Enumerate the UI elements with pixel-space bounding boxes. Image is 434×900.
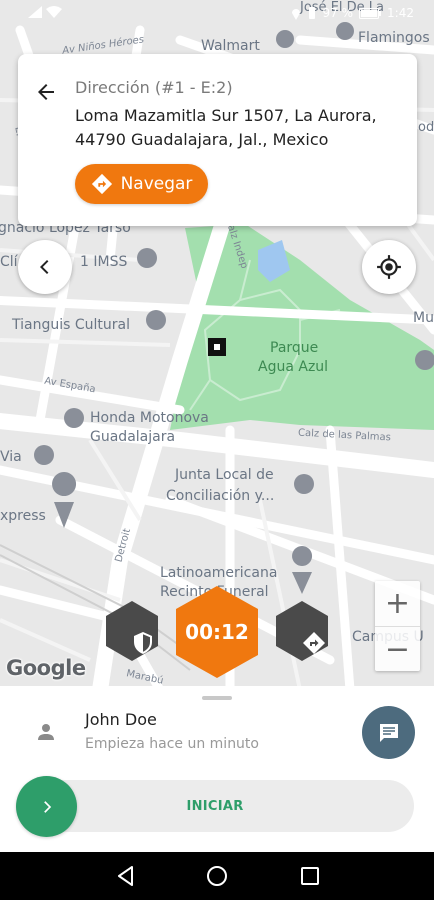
map-label-honda-guadalajara: Guadalajara (90, 429, 176, 445)
map-label-via: Via (0, 449, 22, 465)
address-title: Dirección (#1 - E:2) (75, 78, 233, 97)
google-logo: Google (6, 656, 86, 680)
directions-icon (91, 173, 112, 195)
address-text: Loma Mazamitla Sur 1507, La Aurora, 4479… (75, 106, 377, 149)
navigate-button[interactable]: Navegar (75, 164, 208, 204)
nav-recents-icon[interactable] (298, 864, 322, 888)
map-label-imss: 1 IMSS (80, 254, 128, 270)
battery-percent: 97 % (322, 6, 354, 20)
start-time-text: Empieza hace un minuto (85, 736, 259, 752)
map-label-clinica: Clí (0, 254, 18, 270)
nav-back-icon[interactable] (114, 864, 138, 888)
map-label-agua-azul: Agua Azul (258, 359, 329, 375)
person-icon (38, 724, 54, 740)
chat-button[interactable] (362, 706, 415, 759)
start-slider-knob[interactable] (16, 776, 77, 837)
zoom-out-button[interactable]: − (375, 626, 420, 671)
timer-hex: 00:12 (176, 586, 258, 678)
shield-icon (134, 632, 152, 654)
status-bar: 97 % 1:42 (0, 0, 434, 28)
safety-button[interactable] (106, 601, 158, 661)
route-button[interactable] (276, 601, 328, 661)
address-card: Dirección (#1 - E:2) Loma Mazamitla Sur … (18, 54, 417, 226)
crosshair-icon (377, 255, 401, 279)
previous-stop-button[interactable] (18, 240, 72, 294)
map-label-latinoamericana: Latinoamericana (160, 565, 278, 581)
clock: 1:42 (387, 6, 414, 20)
vibrate-icon (308, 7, 315, 19)
back-arrow-icon[interactable] (34, 80, 58, 104)
chevron-left-icon (40, 260, 49, 274)
signal-icon (28, 6, 42, 18)
map-label-flamingos: Flamingos (358, 30, 430, 46)
map-label-junta-local: Junta Local de (175, 467, 274, 483)
nav-home-icon[interactable] (205, 864, 229, 888)
map-label-ody: ody (418, 120, 434, 135)
map-label-parque: Parque (270, 340, 319, 356)
zoom-in-button[interactable]: + (375, 581, 420, 626)
map-label-tianguis-cultural: Tianguis Cultural (12, 317, 130, 333)
map-label-mu: Mu (413, 310, 434, 326)
map-label-walmart: Walmart (201, 38, 260, 54)
chat-icon (379, 723, 398, 742)
map-label-honda: Honda Motonova (90, 410, 209, 426)
battery-icon (359, 7, 382, 19)
drag-handle[interactable] (202, 696, 232, 700)
bottom-sheet: John Doe Empieza hace un minuto INICIAR (0, 686, 434, 852)
timer-value: 00:12 (185, 620, 249, 644)
chevron-right-icon (43, 800, 51, 813)
app-screen: José El De La Walmart Flamingos Av Niños… (0, 0, 434, 900)
map-label-express: xpress (0, 508, 46, 524)
my-location-button[interactable] (362, 240, 416, 294)
navigate-label: Navegar (120, 174, 193, 194)
directions-icon (303, 632, 325, 654)
system-nav-bar (0, 852, 434, 900)
wifi-icon (46, 6, 62, 18)
map-label-conciliacion: Conciliación y... (166, 488, 275, 504)
driver-name: John Doe (85, 710, 157, 729)
location-status-icon (291, 8, 300, 20)
zoom-control: + − (375, 581, 420, 671)
start-slider[interactable]: INICIAR (16, 776, 414, 837)
